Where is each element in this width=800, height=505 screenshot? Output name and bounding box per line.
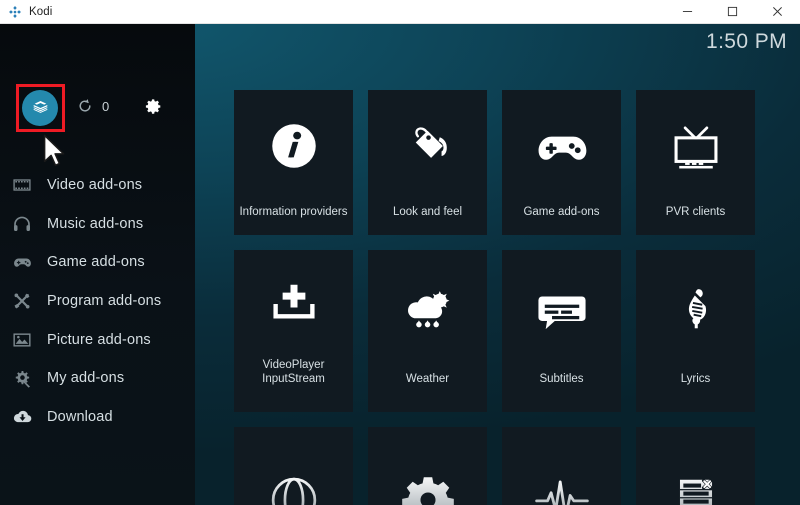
cloud-sun-rain-icon — [368, 250, 487, 372]
maximize-button[interactable] — [710, 0, 755, 24]
window-title: Kodi — [29, 6, 52, 18]
tile-globe[interactable] — [234, 427, 353, 505]
minimize-button[interactable] — [665, 0, 710, 24]
kodi-logo-icon — [8, 5, 22, 19]
gamepad-icon — [11, 251, 33, 273]
sidebar-item-label: Video add-ons — [47, 177, 142, 193]
addon-category-grid: Information providers Look and feel — [234, 90, 755, 505]
tag-icon — [368, 90, 487, 205]
microphone-icon — [636, 250, 755, 372]
settings-button[interactable] — [144, 97, 163, 116]
tile-pvr-clients[interactable]: PVR clients — [636, 90, 755, 235]
info-circle-icon — [234, 90, 353, 205]
close-button[interactable] — [755, 0, 800, 24]
cloud-download-icon — [11, 406, 33, 428]
tile-label: PVR clients — [636, 205, 755, 235]
picture-icon — [11, 329, 33, 351]
sidebar-item-label: Game add-ons — [47, 254, 145, 270]
globe-icon — [234, 427, 353, 505]
mouse-pointer-icon — [42, 134, 68, 168]
sidebar-item-game-add-ons[interactable]: Game add-ons — [0, 243, 195, 282]
tile-label: Information providers — [234, 205, 353, 235]
speech-bubble-lines-icon — [502, 250, 621, 372]
titlebar-left: Kodi — [0, 5, 52, 19]
sidebar-item-label: Music add-ons — [47, 216, 143, 232]
headphones-icon — [11, 213, 33, 235]
sidebar-nav: Video add-ons Music add-ons — [0, 166, 195, 436]
tile-gear[interactable] — [368, 427, 487, 505]
content-area: Information providers Look and feel — [195, 24, 800, 505]
package-box-icon — [31, 99, 50, 118]
inputstream-plus-icon — [234, 250, 353, 358]
tile-label: Subtitles — [502, 372, 621, 412]
gear-wrench-icon — [11, 367, 33, 389]
tile-label: Game add-ons — [502, 205, 621, 235]
sidebar-item-program-add-ons[interactable]: Program add-ons — [0, 282, 195, 321]
tile-lyrics[interactable]: Lyrics — [636, 250, 755, 412]
sidebar-item-download[interactable]: Download — [0, 398, 195, 437]
tools-icon — [11, 290, 33, 312]
tile-waveform[interactable] — [502, 427, 621, 505]
install-from-repository-button[interactable] — [22, 90, 58, 126]
tile-look-and-feel[interactable]: Look and feel — [368, 90, 487, 235]
tile-label: VideoPlayer InputStream — [234, 358, 353, 412]
sidebar-toolbar: 0 — [0, 80, 195, 136]
tile-label: Weather — [368, 372, 487, 412]
waveform-pulse-icon — [502, 427, 621, 505]
tile-label: Lyrics — [636, 372, 755, 412]
refresh-count: 0 — [102, 99, 109, 114]
sidebar-item-music-add-ons[interactable]: Music add-ons — [0, 205, 195, 244]
tile-list-remove[interactable] — [636, 427, 755, 505]
refresh-icon[interactable] — [77, 98, 93, 114]
tile-weather[interactable]: Weather — [368, 250, 487, 412]
television-icon — [636, 90, 755, 205]
film-strip-icon — [11, 174, 33, 196]
tile-videoplayer-inputstream[interactable]: VideoPlayer InputStream — [234, 250, 353, 412]
gear-icon — [368, 427, 487, 505]
tile-label: Look and feel — [368, 205, 487, 235]
sidebar-item-label: Download — [47, 409, 113, 425]
sidebar-item-video-add-ons[interactable]: Video add-ons — [0, 166, 195, 205]
window-controls — [665, 0, 800, 24]
gamepad-icon — [502, 90, 621, 205]
sidebar: 0 — [0, 24, 195, 505]
tile-subtitles[interactable]: Subtitles — [502, 250, 621, 412]
refresh-group[interactable]: 0 — [77, 98, 109, 114]
window-titlebar: Kodi — [0, 0, 800, 24]
tile-game-add-ons[interactable]: Game add-ons — [502, 90, 621, 235]
list-remove-icon — [636, 427, 755, 505]
gear-icon — [144, 97, 163, 116]
sidebar-item-label: My add-ons — [47, 370, 124, 386]
tile-information-providers[interactable]: Information providers — [234, 90, 353, 235]
sidebar-item-picture-add-ons[interactable]: Picture add-ons — [0, 320, 195, 359]
kodi-window: Add-ons 1:50 PM — [0, 24, 800, 505]
sidebar-item-label: Program add-ons — [47, 293, 161, 309]
sidebar-item-label: Picture add-ons — [47, 332, 151, 348]
sidebar-item-my-add-ons[interactable]: My add-ons — [0, 359, 195, 398]
